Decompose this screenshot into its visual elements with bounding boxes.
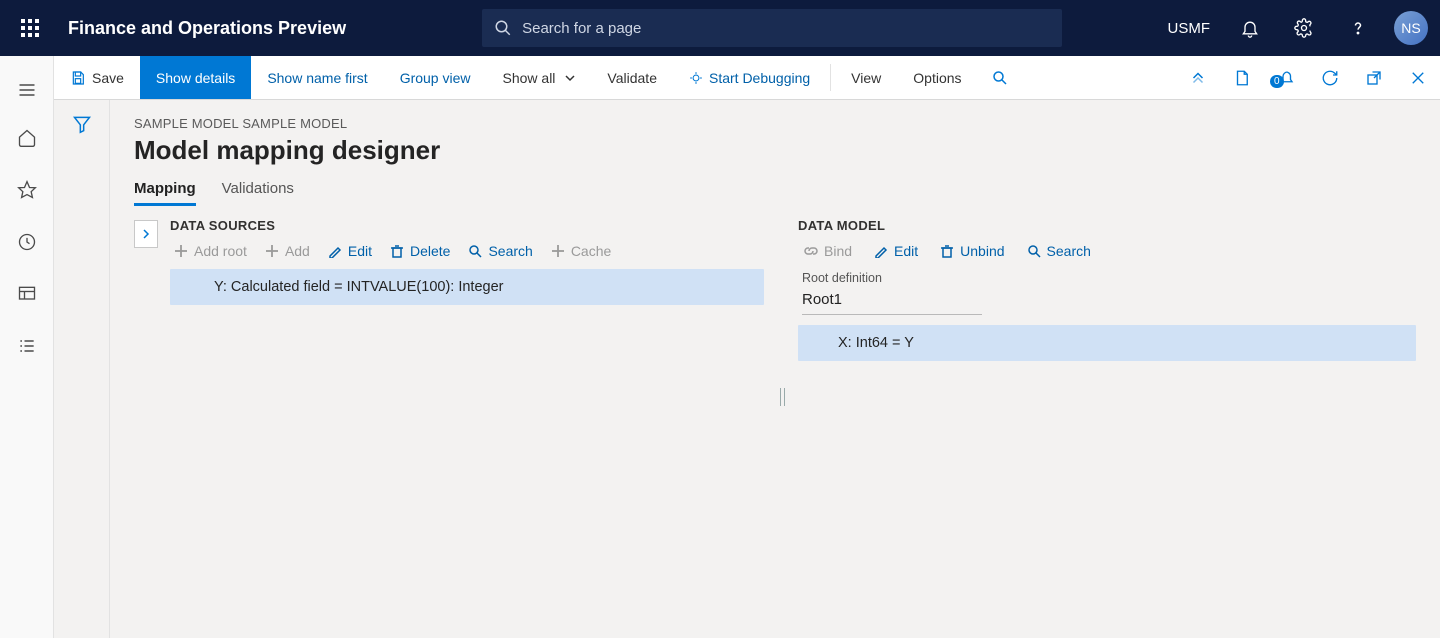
trash-icon	[940, 244, 954, 258]
bind-button[interactable]: Bind	[804, 243, 852, 259]
start-debugging-button[interactable]: Start Debugging	[673, 56, 826, 99]
splitter-handle[interactable]	[780, 388, 785, 406]
trash-icon	[390, 244, 404, 258]
data-model-panel: DATA MODEL Bind Edit	[798, 218, 1416, 598]
page-title: Model mapping designer	[134, 135, 1416, 166]
close-button[interactable]	[1396, 69, 1440, 87]
star-icon[interactable]	[15, 178, 39, 202]
data-sources-toolbar: Add root Add Edit	[170, 243, 764, 259]
search-icon	[494, 19, 512, 37]
view-menu[interactable]: View	[835, 56, 897, 99]
help-icon[interactable]	[1340, 10, 1376, 46]
validate-button[interactable]: Validate	[591, 56, 673, 99]
tab-validations[interactable]: Validations	[222, 180, 294, 206]
popout-button[interactable]	[1352, 69, 1396, 87]
show-details-button[interactable]: Show details	[140, 56, 251, 99]
plus-icon	[174, 244, 188, 258]
left-rail	[0, 56, 54, 638]
data-source-row[interactable]: Y: Calculated field = INTVALUE(100): Int…	[170, 269, 764, 305]
breadcrumb: SAMPLE MODEL SAMPLE MODEL	[134, 116, 1416, 131]
add-button[interactable]: Add	[265, 243, 310, 259]
cache-button[interactable]: Cache	[551, 243, 611, 259]
gear-icon[interactable]	[1286, 10, 1322, 46]
search-input[interactable]	[522, 20, 1050, 37]
modules-icon[interactable]	[15, 334, 39, 358]
separator	[830, 64, 831, 91]
attach-button[interactable]	[1176, 69, 1220, 87]
plus-icon	[551, 244, 565, 258]
add-root-button[interactable]: Add root	[174, 243, 247, 259]
save-label: Save	[92, 70, 124, 86]
unbind-button[interactable]: Unbind	[940, 243, 1004, 259]
hamburger-icon[interactable]	[15, 78, 39, 102]
show-all-dropdown[interactable]: Show all	[487, 56, 592, 99]
options-menu[interactable]: Options	[897, 56, 977, 99]
dm-search-button[interactable]: Search	[1027, 243, 1091, 259]
refresh-button[interactable]	[1308, 69, 1352, 87]
delete-button[interactable]: Delete	[390, 243, 450, 259]
edit-button[interactable]: Edit	[328, 243, 372, 259]
app-title: Finance and Operations Preview	[68, 18, 346, 39]
save-button[interactable]: Save	[54, 56, 140, 99]
plus-icon	[265, 244, 279, 258]
filter-column[interactable]	[54, 100, 110, 638]
group-view-button[interactable]: Group view	[384, 56, 487, 99]
root-definition-block: Root definition Root1	[802, 271, 1416, 315]
debug-icon	[689, 71, 703, 85]
pencil-icon	[874, 244, 888, 258]
data-model-header: DATA MODEL	[798, 218, 1416, 233]
search-button[interactable]: Search	[468, 243, 532, 259]
avatar[interactable]: NS	[1394, 11, 1428, 45]
tab-mapping[interactable]: Mapping	[134, 180, 196, 206]
action-bar: Save Show details Show name first Group …	[54, 56, 1440, 100]
data-sources-header: DATA SOURCES	[170, 218, 764, 233]
notif-badge: 0	[1270, 75, 1284, 88]
data-model-row[interactable]: X: Int64 = Y	[798, 325, 1416, 361]
link-icon	[804, 244, 818, 258]
workspace-icon[interactable]	[15, 282, 39, 306]
filter-icon	[72, 114, 92, 134]
data-model-toolbar: Bind Edit Unbind	[804, 243, 1416, 259]
header-right: USMF NS	[1168, 10, 1429, 46]
tabs: Mapping Validations	[134, 180, 1416, 206]
search-icon	[468, 244, 482, 258]
data-sources-panel: DATA SOURCES Add root Add	[134, 218, 764, 598]
company-code[interactable]: USMF	[1168, 20, 1211, 37]
bell-icon[interactable]	[1232, 10, 1268, 46]
messages-button[interactable]: 0	[1264, 69, 1308, 87]
global-search[interactable]	[482, 9, 1062, 47]
home-icon[interactable]	[15, 126, 39, 150]
show-name-first-button[interactable]: Show name first	[251, 56, 383, 99]
waffle-icon[interactable]	[12, 10, 48, 46]
chevron-down-icon	[565, 73, 575, 83]
pencil-icon	[328, 244, 342, 258]
dm-edit-button[interactable]: Edit	[874, 243, 918, 259]
root-definition-label: Root definition	[802, 271, 1416, 285]
top-header: Finance and Operations Preview USMF NS	[0, 0, 1440, 56]
root-definition-value[interactable]: Root1	[802, 287, 982, 315]
recent-icon[interactable]	[15, 230, 39, 254]
search-icon	[1027, 244, 1041, 258]
find-button[interactable]	[978, 56, 1022, 99]
expand-handle[interactable]	[134, 220, 158, 248]
office-button[interactable]	[1220, 69, 1264, 87]
